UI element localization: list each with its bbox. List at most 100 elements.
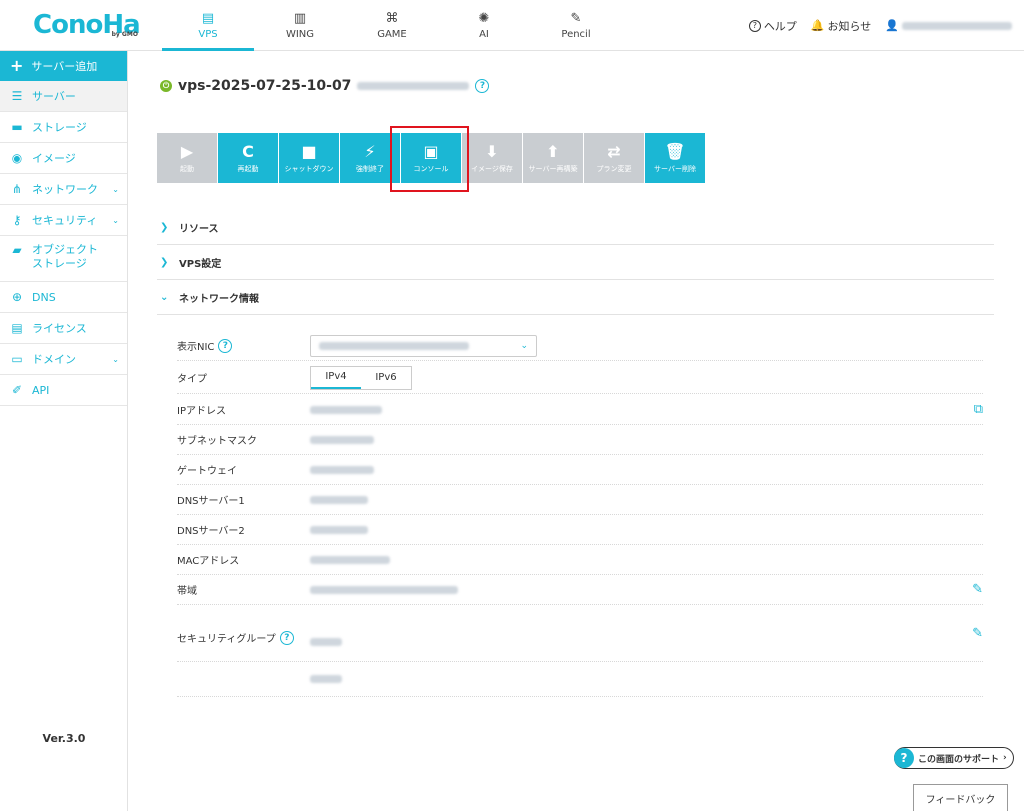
- help-icon[interactable]: ?: [475, 79, 490, 93]
- sidebar-item-label: DNS: [32, 290, 56, 304]
- row-field-0: IPアドレス ⧉: [177, 395, 983, 425]
- chevron-down-icon: ⌄: [520, 340, 528, 351]
- sidebar-item-label: オブジェクト ストレージ: [32, 243, 98, 270]
- account-menu[interactable]: 👤: [885, 19, 1012, 32]
- section-resources[interactable]: ❯ リソース: [157, 211, 994, 245]
- tab-vps[interactable]: ▤ VPS: [162, 0, 254, 51]
- ipv6-tab[interactable]: IPv6: [361, 367, 411, 389]
- toolbar-button-label: プラン変更: [596, 165, 632, 173]
- field-value-redacted: [310, 495, 368, 504]
- support-label: この画面のサポート: [918, 754, 1000, 765]
- restart-button[interactable]: C 再起動: [218, 133, 278, 183]
- help-icon[interactable]: ?: [279, 630, 294, 645]
- field-label: IPアドレス: [177, 406, 226, 417]
- toolbar-button-label: 強制終了: [356, 165, 384, 173]
- toolbar-button-label: 再起動: [237, 165, 259, 173]
- help-icon[interactable]: ?: [218, 338, 233, 353]
- chevron-down-icon: ⌄: [160, 292, 169, 303]
- sidebar-item-2[interactable]: ◉ イメージ: [0, 143, 127, 174]
- section-label: ネットワーク情報: [179, 294, 259, 305]
- row-field-3: DNSサーバー1: [177, 485, 983, 515]
- row-field-6: 帯域 ✎: [177, 575, 983, 605]
- chevron-right-icon: ❯: [160, 222, 169, 233]
- conoha-logo[interactable]: ConoHa by GMO: [33, 10, 141, 40]
- sidebar-item-4[interactable]: ⚷ セキュリティ ⌄: [0, 205, 127, 236]
- screen-support-button[interactable]: ? この画面のサポート ›: [894, 747, 1014, 769]
- sidebar-item-7[interactable]: ▤ ライセンス: [0, 313, 127, 344]
- toolbar-button-label: サーバー再構築: [528, 165, 578, 173]
- play-button[interactable]: ▶ 起動: [157, 133, 217, 183]
- sidebar-item-5[interactable]: ▰ オブジェクト ストレージ: [0, 236, 127, 282]
- power-status-icon: ⏻: [160, 80, 172, 92]
- field-value-redacted: [310, 585, 458, 594]
- console-highlight-box: [390, 126, 469, 192]
- toolbar-button-label: イメージ保存: [471, 165, 513, 173]
- row-security-group-2: [177, 662, 983, 697]
- image-save-button[interactable]: ⬇ イメージ保存: [462, 133, 522, 183]
- top-header: ConoHa by GMO ▤ VPS ▥ WING ⌘ GAME ✺ AI ✎ Pencil ?…: [0, 0, 1024, 51]
- chevron-right-icon: ❯: [160, 257, 169, 268]
- edit-pencil-icon[interactable]: ✎: [972, 626, 983, 641]
- field-label: サブネットマスク: [177, 436, 257, 447]
- tab-label: AI: [479, 29, 489, 40]
- tab-game[interactable]: ⌘ GAME: [346, 0, 438, 51]
- header-right: ? ヘルプ 🔔 お知らせ 👤: [748, 0, 1012, 51]
- brain-icon: ✺: [478, 11, 490, 26]
- nic-label-text: 表示NIC: [177, 342, 215, 353]
- folder-icon: ▰: [12, 243, 22, 257]
- sidebar-item-0[interactable]: ☰ サーバー: [0, 81, 127, 112]
- chevron-down-icon: ⌄: [112, 215, 119, 225]
- gamepad-icon: ⌘: [385, 11, 399, 26]
- row-field-5: MACアドレス: [177, 545, 983, 575]
- sidebar-item-9[interactable]: ✐ API: [0, 375, 127, 406]
- sidebar-item-8[interactable]: ▭ ドメイン ⌄: [0, 344, 127, 375]
- row-field-4: DNSサーバー2: [177, 515, 983, 545]
- section-vps-settings[interactable]: ❯ VPS設定: [157, 246, 994, 280]
- tab-label: GAME: [377, 29, 407, 40]
- sidebar: + サーバー追加 ☰ サーバー ▬ ストレージ ◉ イメージ ⋔ ネットワーク ⌄ ⚷ セキュリティ…: [0, 51, 128, 811]
- plug-icon: ⚡: [364, 142, 376, 161]
- field-value-redacted: [310, 555, 390, 564]
- storage-icon: ▬: [11, 120, 23, 134]
- add-server-button[interactable]: + サーバー追加: [0, 51, 127, 81]
- field-label: DNSサーバー2: [177, 526, 245, 537]
- nic-select[interactable]: ⌄: [310, 334, 537, 357]
- plus-icon: +: [10, 56, 24, 75]
- restart-icon: C: [242, 142, 254, 161]
- section-network-info[interactable]: ⌄ ネットワーク情報: [157, 281, 994, 315]
- edit-pencil-icon[interactable]: ✎: [972, 582, 983, 597]
- rebuild-button[interactable]: ⬆ サーバー再構築: [523, 133, 583, 183]
- server-ip-redacted: [357, 82, 470, 90]
- section-label: VPS設定: [179, 259, 222, 270]
- sidebar-item-1[interactable]: ▬ ストレージ: [0, 112, 127, 143]
- sidebar-item-label: ライセンス: [32, 322, 87, 335]
- toolbar-button-label: 起動: [180, 165, 194, 173]
- swap-icon: ⇄: [607, 142, 621, 161]
- sidebar-item-3[interactable]: ⋔ ネットワーク ⌄: [0, 174, 127, 205]
- swap-button[interactable]: ⇄ プラン変更: [584, 133, 644, 183]
- key-icon: ⚷: [12, 213, 22, 227]
- tab-label: VPS: [198, 29, 218, 40]
- sidebar-item-6[interactable]: ⊕ DNS: [0, 282, 127, 313]
- tab-pencil[interactable]: ✎ Pencil: [530, 0, 622, 51]
- security-group-1-redacted: [310, 638, 342, 646]
- trash-button[interactable]: 🗑 サーバー削除: [645, 133, 705, 183]
- account-name-redacted: [902, 21, 1012, 30]
- server-title: ⏻ vps-2025-07-25-10-07 ?: [160, 78, 490, 94]
- trash-icon: 🗑: [664, 142, 686, 161]
- server-name: vps-2025-07-25-10-07: [178, 78, 352, 94]
- notice-link[interactable]: 🔔 お知らせ: [811, 18, 871, 34]
- ipv4-tab[interactable]: IPv4: [311, 367, 361, 389]
- tab-wing[interactable]: ▥ WING: [254, 0, 346, 51]
- sidebar-item-label: ドメイン: [32, 353, 76, 366]
- chevron-right-icon: ›: [1003, 753, 1007, 763]
- sidebar-item-label: ネットワーク: [32, 183, 98, 196]
- sidebar-item-label: API: [32, 383, 50, 397]
- feedback-button[interactable]: フィードバック: [913, 784, 1008, 811]
- api-icon: ✐: [11, 383, 23, 397]
- tab-ai[interactable]: ✺ AI: [438, 0, 530, 51]
- copy-icon[interactable]: ⧉: [974, 402, 983, 417]
- help-link[interactable]: ? ヘルプ: [748, 18, 797, 34]
- version-label: Ver.3.0: [42, 732, 86, 745]
- stop-button[interactable]: ■ シャットダウン: [279, 133, 339, 183]
